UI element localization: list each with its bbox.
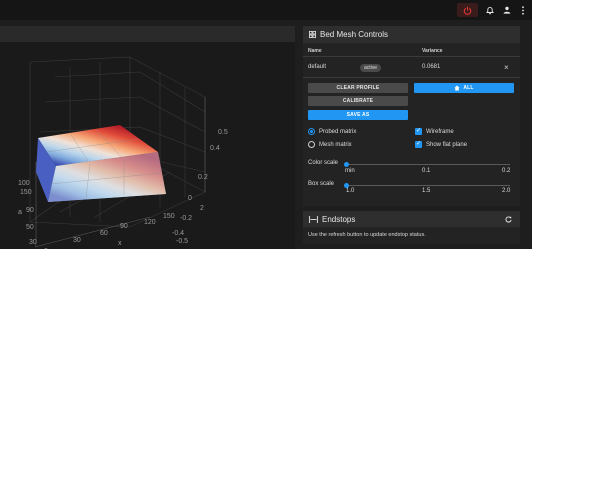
save-as-label: SAVE AS — [346, 112, 370, 118]
bed-mesh-controls-header: Bed Mesh Controls — [303, 26, 520, 43]
y-tick: 90 — [26, 207, 34, 214]
endstops-header: Endstops — [303, 211, 520, 227]
z-tick: -0.5 — [176, 238, 188, 245]
clear-profile-label: CLEAR PROFILE — [336, 85, 380, 91]
probed-matrix-radio[interactable]: Probed matrix — [308, 128, 356, 135]
notifications-button[interactable] — [481, 3, 499, 17]
save-as-button[interactable]: SAVE AS — [308, 110, 408, 120]
grid-icon — [309, 31, 316, 38]
mesh-matrix-radio[interactable]: Mesh matrix — [308, 141, 352, 148]
z-tick: 0.2 — [198, 174, 208, 181]
wireframe-checkbox[interactable]: ✓ Wireframe — [415, 128, 454, 135]
box-scale-tick: 2.0 — [502, 188, 511, 194]
table-divider — [303, 56, 520, 57]
x-tick: 120 — [144, 219, 156, 226]
y-tick: 100 — [18, 180, 30, 187]
power-icon — [463, 6, 472, 15]
z-tick: 0.4 — [210, 145, 220, 152]
checkbox-checked-icon: ✓ — [415, 128, 422, 135]
x-tick: 0 — [44, 248, 48, 249]
z-tick: 0.5 — [218, 129, 228, 136]
clear-profile-button[interactable]: CLEAR PROFILE — [308, 83, 408, 93]
more-vert-icon — [522, 5, 524, 15]
profile-status-badge: active — [360, 64, 382, 72]
x-tick: 60 — [100, 230, 108, 237]
checkbox-checked-icon: ✓ — [415, 141, 422, 148]
heightmap-3d-plot[interactable]: 0.5 0.4 0.2 0 2 -0.2 -0.4 -0.5 100 150 9… — [0, 42, 295, 249]
x-axis-label: x — [118, 240, 122, 247]
table-divider — [303, 77, 520, 78]
z-tick: 0 — [188, 195, 192, 202]
color-scale-slider[interactable] — [347, 164, 510, 165]
endstops-icon — [309, 216, 318, 223]
radio-unselected-icon — [308, 141, 315, 148]
panel-title: Endstops — [322, 215, 356, 224]
panel-title: Bed Mesh Controls — [320, 30, 389, 39]
radio-selected-icon — [308, 128, 315, 135]
close-icon[interactable]: × — [504, 63, 509, 72]
calibrate-button[interactable]: CALIBRATE — [308, 96, 408, 106]
y-tick: 50 — [26, 224, 34, 231]
color-scale-tick: 0.1 — [422, 168, 431, 174]
column-header-variance: Variance — [422, 48, 443, 54]
wireframe-label: Wireframe — [426, 128, 454, 135]
endstops-hint: Use the refresh button to update endstop… — [308, 232, 426, 238]
color-scale-tick: 0.2 — [502, 168, 511, 174]
home-icon — [454, 85, 460, 91]
x-tick: 150 — [163, 213, 175, 220]
color-scale-label: Color scale — [308, 160, 339, 166]
app-window: 0.5 0.4 0.2 0 2 -0.2 -0.4 -0.5 100 150 9… — [0, 0, 532, 249]
profile-name: default — [308, 64, 327, 70]
z-tick: -0.4 — [172, 230, 184, 237]
account-icon — [503, 6, 511, 14]
y-tick: 30 — [29, 239, 37, 246]
top-app-bar — [0, 0, 532, 20]
endstops-panel: Endstops Use the refresh button to updat… — [303, 211, 520, 244]
bell-icon — [486, 6, 494, 14]
x-tick: 30 — [73, 237, 81, 244]
refresh-icon[interactable] — [505, 216, 512, 223]
box-scale-tick: 1.5 — [422, 188, 431, 194]
more-menu-button[interactable] — [514, 3, 532, 17]
heightmap-card-header — [0, 26, 295, 42]
mesh-matrix-label: Mesh matrix — [319, 141, 352, 148]
z-tick: 2 — [200, 205, 204, 212]
color-scale-slider-thumb[interactable] — [344, 162, 349, 167]
x-tick: 90 — [120, 223, 128, 230]
power-button[interactable] — [457, 3, 478, 17]
home-all-label: ALL — [463, 85, 474, 91]
box-scale-tick: 1.0 — [346, 188, 355, 194]
flat-plane-label: Show flat plane — [426, 141, 468, 148]
column-header-name: Name — [308, 48, 322, 54]
profile-row[interactable]: default active 0.0681 × — [303, 58, 520, 76]
color-scale-tick: min — [345, 168, 355, 174]
bed-mesh-controls-panel: Bed Mesh Controls Name Variance default … — [303, 26, 520, 206]
z-tick: -0.2 — [180, 215, 192, 222]
profile-variance: 0.0681 — [422, 64, 441, 70]
heightmap-card: 0.5 0.4 0.2 0 2 -0.2 -0.4 -0.5 100 150 9… — [0, 26, 295, 249]
y-axis-label: a — [18, 209, 22, 216]
y-tick: 150 — [20, 189, 32, 196]
flat-plane-checkbox[interactable]: ✓ Show flat plane — [415, 141, 467, 148]
box-scale-label: Box scale — [308, 181, 335, 187]
calibrate-label: CALIBRATE — [342, 98, 374, 104]
box-scale-slider[interactable] — [347, 185, 510, 186]
probed-matrix-label: Probed matrix — [319, 128, 357, 135]
home-all-button[interactable]: ALL — [414, 83, 514, 93]
